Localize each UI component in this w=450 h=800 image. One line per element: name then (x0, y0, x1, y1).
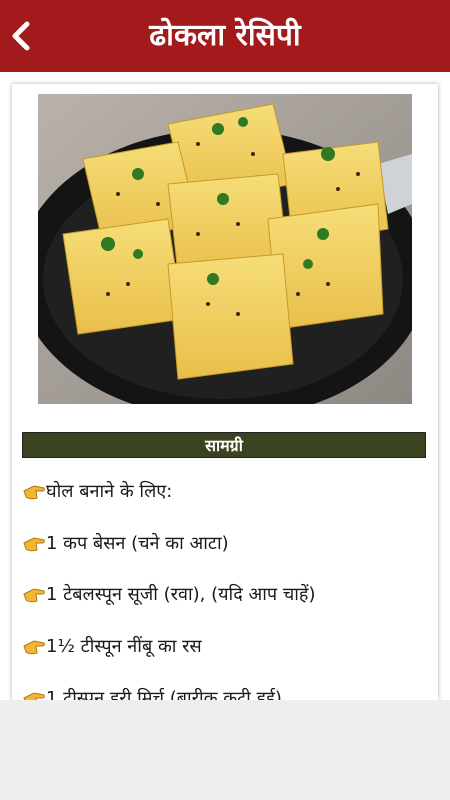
content-area[interactable]: सामग्री घोल बनाने के लिए: 1 कप बेसन (चने… (0, 72, 450, 700)
pointing-hand-icon (22, 583, 46, 605)
ingredient-item: 1 टेबलस्पून सूजी (रवा), (यदि आप चाहें) (22, 582, 316, 606)
pointing-hand-icon (22, 480, 46, 502)
pointing-hand-icon (22, 635, 46, 657)
app-bar: ढोकला रेसिपी (0, 0, 450, 72)
dhokla-photo (38, 94, 412, 404)
pointing-hand-icon (22, 687, 46, 700)
recipe-card: सामग्री घोल बनाने के लिए: 1 कप बेसन (चने… (12, 84, 438, 700)
ingredient-item: 1 कप बेसन (चने का आटा) (22, 531, 229, 555)
pointing-hand-icon (22, 532, 46, 554)
bottom-panel (0, 700, 450, 800)
ingredient-item: 1½ टीस्पून नींबू का रस (22, 634, 202, 658)
ingredient-text: 1 टेबलस्पून सूजी (रवा), (यदि आप चाहें) (46, 584, 316, 605)
page-title: ढोकला रेसिपी (149, 18, 301, 53)
ingredient-text: 1½ टीस्पून नींबू का रस (46, 636, 202, 657)
ingredient-text: घोल बनाने के लिए: (46, 481, 173, 502)
ingredients-heading: सामग्री (22, 432, 426, 458)
ingredient-text: 1 कप बेसन (चने का आटा) (46, 533, 229, 554)
ingredient-text: 1 टीस्पून हरी मिर्च (बारीक कटी हुई) (46, 688, 282, 700)
ingredient-item: 1 टीस्पून हरी मिर्च (बारीक कटी हुई) (22, 686, 282, 700)
ingredient-item: घोल बनाने के लिए: (22, 479, 172, 503)
